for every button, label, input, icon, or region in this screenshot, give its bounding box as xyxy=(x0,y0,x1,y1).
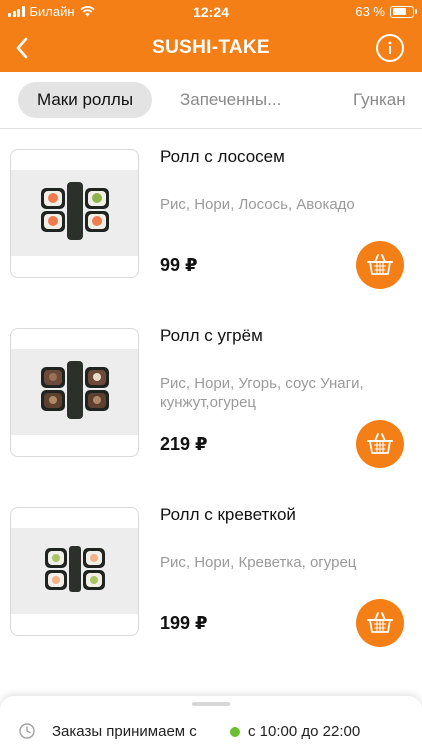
product-image xyxy=(10,328,139,457)
navigation-bar: SUSHI-TAKE xyxy=(0,24,422,72)
info-icon xyxy=(388,41,392,54)
working-hours-panel[interactable]: Заказы принимаем с с 10:00 до 22:00 xyxy=(0,696,422,750)
product-description: Рис, Нори, Угорь, соус Унаги, кунжут,огу… xyxy=(160,375,364,411)
add-to-cart-button[interactable] xyxy=(356,241,404,289)
battery-level xyxy=(392,8,407,15)
basket-icon xyxy=(367,612,393,633)
product-card[interactable]: Ролл с креветкой Рис, Нори, Креветка, ог… xyxy=(0,487,422,647)
add-to-cart-button[interactable] xyxy=(356,420,404,468)
product-card[interactable]: Ролл с угрём Рис, Нори, Угорь, соус Унаг… xyxy=(0,308,422,468)
open-status-dot xyxy=(230,727,240,737)
product-price: 99 ₽ xyxy=(160,255,198,275)
category-tabs: Маки роллы Запеченны... Гункан xyxy=(0,72,422,129)
status-bar: Билайн 12:24 63 % xyxy=(0,0,422,24)
header-bar: Билайн 12:24 63 % SUSHI-TAKE xyxy=(0,0,422,72)
battery-icon xyxy=(390,5,417,18)
product-image xyxy=(10,507,139,636)
product-name: Ролл с креветкой xyxy=(160,505,296,524)
tab-baked-rolls[interactable]: Запеченны... xyxy=(180,82,281,118)
product-description: Рис, Нори, Креветка, огурец xyxy=(160,554,357,571)
working-hours-label: Заказы принимаем с xyxy=(52,723,197,740)
tab-gunkan[interactable]: Гункан xyxy=(353,82,406,118)
basket-icon xyxy=(367,254,393,275)
working-hours-value: с 10:00 до 22:00 xyxy=(248,723,361,740)
clock-icon xyxy=(19,723,35,739)
battery-percent: 63 % xyxy=(355,4,385,19)
product-card[interactable]: Ролл с лососем Рис, Нори, Лосось, Авокад… xyxy=(0,129,422,289)
add-to-cart-button[interactable] xyxy=(356,599,404,647)
product-description: Рис, Нори, Лосось, Авокадо xyxy=(160,196,355,213)
page-title: SUSHI-TAKE xyxy=(152,37,270,58)
product-price: 199 ₽ xyxy=(160,613,208,633)
drag-handle[interactable] xyxy=(192,702,230,706)
product-price: 219 ₽ xyxy=(160,434,208,454)
tab-maki-rolls[interactable]: Маки роллы xyxy=(18,82,153,118)
info-button[interactable] xyxy=(376,34,404,62)
product-image xyxy=(10,149,139,278)
basket-icon xyxy=(367,433,393,454)
product-name: Ролл с угрём xyxy=(160,326,263,345)
product-name: Ролл с лососем xyxy=(160,147,285,166)
